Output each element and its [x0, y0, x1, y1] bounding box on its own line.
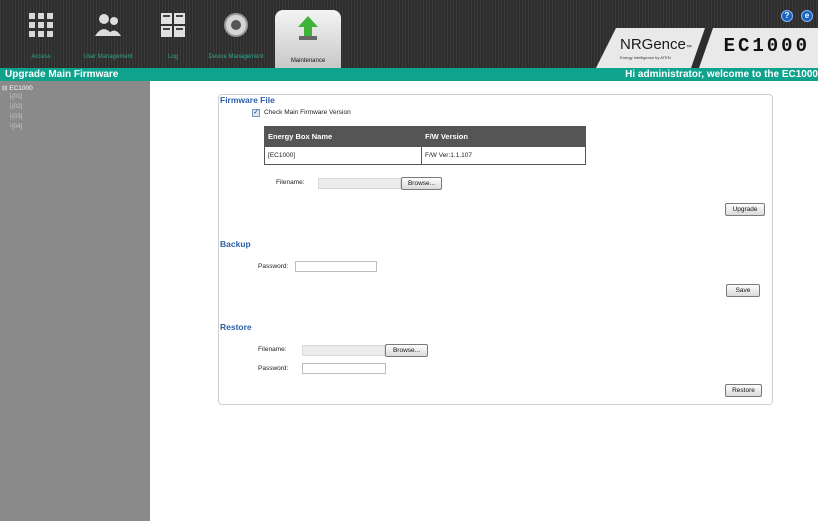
restore-section-title: Restore: [220, 322, 252, 332]
brand-model: EC1000: [723, 35, 810, 57]
restore-password-input[interactable]: [302, 363, 386, 374]
upgrade-button[interactable]: Upgrade: [725, 203, 765, 216]
logout-icon[interactable]: e: [801, 10, 813, 22]
tree-item-label: [01]: [12, 94, 23, 100]
table-cell-energy-box-name: [EC1000]: [264, 146, 422, 165]
column-header-energy-box-name: Energy Box Name: [264, 126, 422, 147]
page-title: Upgrade Main Firmware: [5, 69, 119, 80]
table-row: [EC1000] F/W Ver:1.1.107: [264, 146, 586, 165]
firmware-table: Energy Box Name F/W Version [EC1000] F/W…: [264, 126, 586, 165]
nav-log[interactable]: Log: [137, 6, 209, 64]
firmware-section-title: Firmware File: [220, 95, 275, 105]
title-bar: Upgrade Main Firmware Hi administrator, …: [0, 68, 818, 81]
check-firmware-checkbox[interactable]: ✓: [252, 109, 260, 117]
table-header-row: Energy Box Name F/W Version: [264, 126, 586, 147]
nav-user-management[interactable]: User Management: [72, 6, 144, 64]
firmware-filename-field[interactable]: [318, 178, 401, 189]
firmware-filename-label: Filename:: [276, 179, 305, 186]
device-gear-icon: [224, 13, 248, 37]
tree-item-01[interactable]: ├[01]: [8, 92, 150, 102]
top-header: Access User Management Log Device Manage…: [0, 0, 818, 68]
tree-root-ec1000[interactable]: ⊟ EC1000: [2, 84, 150, 92]
welcome-message: Hi administrator, welcome to the EC1000: [625, 69, 818, 80]
backup-password-label: Password:: [258, 263, 289, 270]
log-icon: [161, 13, 185, 37]
restore-filename-field[interactable]: [302, 345, 385, 356]
help-icon[interactable]: ?: [781, 10, 793, 22]
brand-logo: NRGence™: [620, 36, 692, 53]
users-icon: [95, 14, 121, 36]
firmware-browse-button[interactable]: Browse...: [401, 177, 442, 190]
tree-root-label: EC1000: [9, 85, 33, 92]
nav-log-label: Log: [167, 54, 178, 60]
nav-user-management-label: User Management: [83, 54, 133, 60]
column-header-fw-version: F/W Version: [421, 126, 586, 147]
nav-access[interactable]: Access: [5, 6, 77, 64]
tree-item-04[interactable]: └[04]: [8, 122, 150, 132]
nav-access-label: Access: [31, 54, 51, 60]
brand-tagline: Energy Intelligence by ATEN: [620, 55, 671, 60]
table-cell-fw-version: F/W Ver:1.1.107: [421, 146, 586, 165]
sidebar: ⊟ EC1000 ├[01] ├[02] ├[03] └[04]: [0, 81, 150, 521]
restore-button[interactable]: Restore: [725, 384, 762, 397]
brand-logo-tm: ™: [685, 45, 692, 51]
tree-item-label: [03]: [12, 114, 23, 120]
main-content: Firmware File ✓ Check Main Firmware Vers…: [150, 81, 818, 521]
nav-device-management-label: Device Management: [208, 54, 264, 60]
tree-collapse-icon: ⊟: [2, 85, 8, 92]
backup-section-title: Backup: [220, 239, 251, 249]
restore-browse-button[interactable]: Browse...: [385, 344, 428, 357]
nav-device-management[interactable]: Device Management: [200, 6, 272, 64]
brand-logo-text: NRGence: [620, 36, 686, 53]
access-grid-icon: [29, 13, 53, 37]
save-button[interactable]: Save: [726, 284, 760, 297]
restore-filename-label: Filename:: [258, 346, 287, 353]
tree-item-02[interactable]: ├[02]: [8, 102, 150, 112]
tree-item-label: [02]: [12, 104, 23, 110]
check-firmware-label: Check Main Firmware Version: [264, 109, 351, 116]
nav-maintenance-label: Maintenance: [290, 58, 326, 64]
maintenance-upload-icon: [298, 16, 318, 40]
restore-password-label: Password:: [258, 365, 289, 372]
nav-maintenance[interactable]: Maintenance: [275, 10, 341, 68]
backup-password-input[interactable]: [295, 261, 377, 272]
tree-item-03[interactable]: ├[03]: [8, 112, 150, 122]
tree-item-label: [04]: [12, 124, 23, 130]
